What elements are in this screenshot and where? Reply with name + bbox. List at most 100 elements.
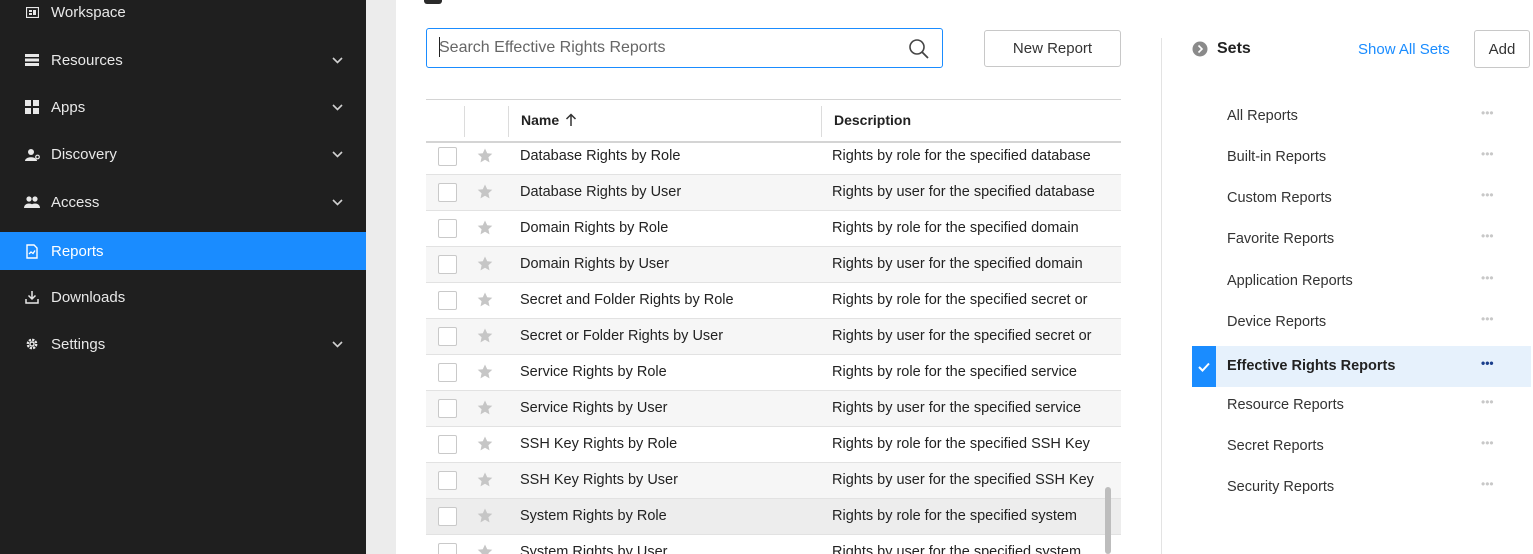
report-name[interactable]: SSH Key Rights by User — [520, 472, 678, 488]
sidebar-item-label: Apps — [51, 98, 86, 116]
report-description: Rights by user for the specified domain — [832, 256, 1083, 272]
sidebar-item-label: Discovery — [51, 145, 117, 163]
collapse-toggle-icon[interactable] — [1192, 41, 1208, 57]
set-item-effective-rights-reports[interactable]: Effective Rights Reports ••• — [1192, 346, 1531, 387]
table-row[interactable]: Secret or Folder Rights by User Rights b… — [426, 319, 1121, 355]
table-row[interactable]: Database Rights by Role Rights by role f… — [426, 139, 1121, 175]
table-row[interactable]: Service Rights by Role Rights by role fo… — [426, 355, 1121, 391]
more-icon[interactable]: ••• — [1481, 229, 1494, 243]
new-report-button[interactable]: New Report — [984, 30, 1121, 67]
report-name[interactable]: Service Rights by User — [520, 400, 667, 416]
star-icon[interactable] — [476, 543, 494, 554]
sidebar-item-discovery[interactable]: Discovery — [0, 135, 366, 173]
report-name[interactable]: Domain Rights by User — [520, 256, 669, 272]
report-name[interactable]: Service Rights by Role — [520, 364, 667, 380]
table-row[interactable]: SSH Key Rights by User Rights by user fo… — [426, 463, 1121, 499]
sidebar-item-settings[interactable]: Settings — [0, 325, 366, 363]
report-description: Rights by role for the specified secret … — [832, 292, 1088, 308]
more-icon[interactable]: ••• — [1481, 395, 1494, 409]
search-box[interactable] — [426, 28, 943, 68]
star-icon[interactable] — [476, 363, 494, 381]
column-header-description[interactable]: Description — [834, 112, 911, 128]
set-item-favorite-reports[interactable]: Favorite Reports ••• — [1192, 219, 1531, 260]
table-row[interactable]: Service Rights by User Rights by user fo… — [426, 391, 1121, 427]
search-icon[interactable] — [908, 38, 930, 60]
report-name[interactable]: Database Rights by User — [520, 184, 681, 200]
report-name[interactable]: System Rights by User — [520, 544, 667, 554]
more-icon[interactable]: ••• — [1481, 477, 1494, 491]
row-checkbox[interactable] — [438, 219, 457, 238]
star-icon[interactable] — [476, 219, 494, 237]
star-icon[interactable] — [476, 291, 494, 309]
more-icon[interactable]: ••• — [1481, 312, 1494, 326]
row-checkbox[interactable] — [438, 255, 457, 274]
discovery-icon — [24, 146, 40, 162]
report-name[interactable]: System Rights by Role — [520, 508, 667, 524]
report-name[interactable]: Database Rights by Role — [520, 148, 680, 164]
star-icon[interactable] — [476, 255, 494, 273]
row-checkbox[interactable] — [438, 147, 457, 166]
sidebar-item-apps[interactable]: Apps — [0, 88, 366, 126]
row-checkbox[interactable] — [438, 291, 457, 310]
column-divider — [821, 106, 822, 137]
show-all-sets-link[interactable]: Show All Sets — [1358, 41, 1450, 58]
page-title-fragment — [424, 0, 442, 4]
chevron-down-icon — [331, 101, 343, 113]
sidebar-item-downloads[interactable]: Downloads — [0, 278, 366, 316]
row-checkbox[interactable] — [438, 543, 457, 554]
set-item-label: Security Reports — [1227, 479, 1335, 495]
row-checkbox[interactable] — [438, 327, 457, 346]
report-name[interactable]: Secret or Folder Rights by User — [520, 328, 723, 344]
report-name[interactable]: Secret and Folder Rights by Role — [520, 292, 734, 308]
star-icon[interactable] — [476, 183, 494, 201]
table-row[interactable]: Secret and Folder Rights by Role Rights … — [426, 283, 1121, 319]
table-row[interactable]: Domain Rights by User Rights by user for… — [426, 247, 1121, 283]
set-item-built-in-reports[interactable]: Built-in Reports ••• — [1192, 137, 1531, 178]
star-icon[interactable] — [476, 471, 494, 489]
table-scrollbar[interactable] — [1105, 487, 1111, 554]
report-name[interactable]: SSH Key Rights by Role — [520, 436, 677, 452]
table-row[interactable]: System Rights by Role Rights by role for… — [426, 499, 1121, 535]
more-icon[interactable]: ••• — [1481, 106, 1494, 120]
set-item-custom-reports[interactable]: Custom Reports ••• — [1192, 178, 1531, 219]
star-icon[interactable] — [476, 327, 494, 345]
sidebar-item-label: Resources — [51, 51, 123, 69]
row-checkbox[interactable] — [438, 507, 457, 526]
set-item-device-reports[interactable]: Device Reports ••• — [1192, 302, 1531, 343]
row-checkbox[interactable] — [438, 435, 457, 454]
report-name[interactable]: Domain Rights by Role — [520, 220, 668, 236]
table-row[interactable]: Domain Rights by Role Rights by role for… — [426, 211, 1121, 247]
star-icon[interactable] — [476, 435, 494, 453]
set-item-application-reports[interactable]: Application Reports ••• — [1192, 261, 1531, 302]
add-set-button[interactable]: Add — [1474, 30, 1530, 68]
set-item-security-reports[interactable]: Security Reports ••• — [1192, 467, 1531, 508]
row-checkbox[interactable] — [438, 183, 457, 202]
more-icon[interactable]: ••• — [1481, 356, 1494, 370]
star-icon[interactable] — [476, 399, 494, 417]
sidebar-item-access[interactable]: Access — [0, 183, 366, 221]
row-checkbox[interactable] — [438, 471, 457, 490]
sidebar-item-resources[interactable]: Resources — [0, 41, 366, 79]
table-header: Name Description — [426, 100, 1121, 143]
set-item-secret-reports[interactable]: Secret Reports ••• — [1192, 426, 1531, 467]
star-icon[interactable] — [476, 147, 494, 165]
more-icon[interactable]: ••• — [1481, 147, 1494, 161]
row-checkbox[interactable] — [438, 363, 457, 382]
star-icon[interactable] — [476, 507, 494, 525]
table-row[interactable]: System Rights by User Rights by user for… — [426, 535, 1121, 554]
sidebar-item-workspace[interactable]: Workspace — [0, 0, 366, 31]
table-row[interactable]: SSH Key Rights by Role Rights by role fo… — [426, 427, 1121, 463]
more-icon[interactable]: ••• — [1481, 188, 1494, 202]
search-input[interactable] — [439, 29, 899, 67]
more-icon[interactable]: ••• — [1481, 436, 1494, 450]
sets-title: Sets — [1217, 40, 1251, 57]
apps-icon — [24, 99, 40, 115]
sidebar-item-reports[interactable]: Reports — [0, 232, 366, 270]
set-item-resource-reports[interactable]: Resource Reports ••• — [1192, 385, 1531, 426]
table-row[interactable]: Database Rights by User Rights by user f… — [426, 175, 1121, 211]
more-icon[interactable]: ••• — [1481, 271, 1494, 285]
set-item-label: Built-in Reports — [1227, 149, 1327, 165]
row-checkbox[interactable] — [438, 399, 457, 418]
set-item-all-reports[interactable]: All Reports ••• — [1192, 96, 1531, 137]
column-header-name[interactable]: Name — [521, 112, 577, 128]
